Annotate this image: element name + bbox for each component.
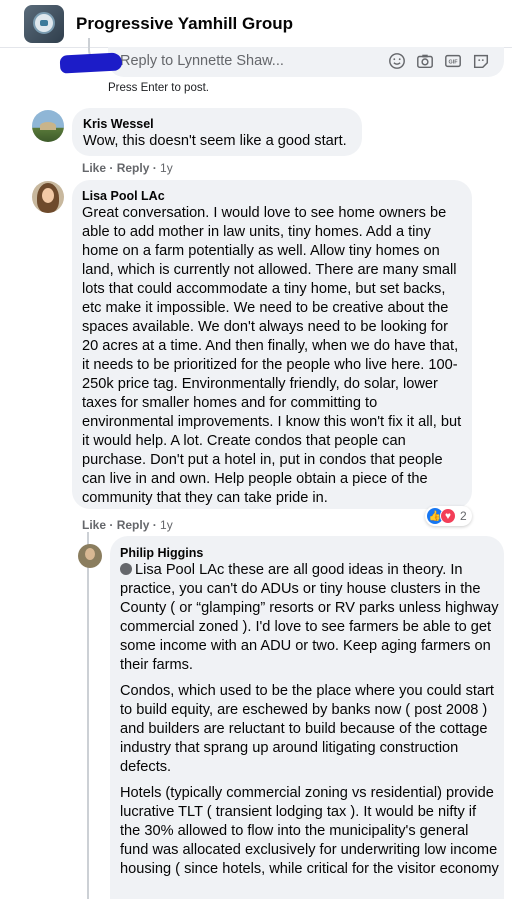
comment-author[interactable]: Lisa Pool LAc xyxy=(82,189,165,203)
reaction-summary[interactable]: 👍 ♥ 2 xyxy=(425,506,472,526)
reply-text: these are all good ideas in theory. In p… xyxy=(120,562,499,673)
comment-author[interactable]: Kris Wessel xyxy=(83,117,154,131)
like-button[interactable]: Like xyxy=(82,518,106,532)
comment-text: Wow, this doesn't seem like a good start… xyxy=(83,133,347,149)
reply-button[interactable]: Reply xyxy=(117,518,150,532)
group-header: Progressive Yamhill Group xyxy=(0,0,512,48)
mention-icon xyxy=(120,563,132,575)
comment-actions: Like · Reply · 1y xyxy=(82,518,173,532)
avatar[interactable] xyxy=(32,110,64,142)
comment-actions: Like · Reply · 1y xyxy=(82,161,173,175)
mention-link[interactable]: Lisa Pool LAc xyxy=(135,562,224,578)
comment-bubble: Lisa Pool LAc Great conversation. I woul… xyxy=(72,180,472,509)
reply-author[interactable]: Philip Higgins xyxy=(120,546,203,560)
camera-icon[interactable] xyxy=(416,52,434,70)
reply-paragraph: Lisa Pool LAc these are all good ideas i… xyxy=(120,561,500,675)
comment-text: Great conversation. I would love to see … xyxy=(82,205,462,506)
press-enter-hint: Press Enter to post. xyxy=(108,82,209,94)
avatar[interactable] xyxy=(78,544,102,568)
group-name[interactable]: Progressive Yamhill Group xyxy=(76,14,293,34)
reply-input[interactable]: Reply to Lynnette Shaw... xyxy=(120,53,284,69)
reply-paragraph: Condos, which used to be the place where… xyxy=(120,683,494,775)
thread-line xyxy=(87,532,89,899)
like-button[interactable]: Like xyxy=(82,161,106,175)
timestamp[interactable]: 1y xyxy=(160,161,173,175)
reply-paragraph: Hotels (typically commercial zoning vs r… xyxy=(120,785,499,877)
redaction-scribble xyxy=(59,52,123,74)
reply-button[interactable]: Reply xyxy=(117,161,150,175)
sticker-icon[interactable] xyxy=(472,52,490,70)
comment-bubble: Kris Wessel Wow, this doesn't seem like … xyxy=(72,108,362,156)
smiley-icon[interactable] xyxy=(388,52,406,70)
gif-icon[interactable]: GIF xyxy=(444,52,462,70)
composer-icons: GIF xyxy=(388,52,490,70)
love-reaction-icon: ♥ xyxy=(440,508,456,524)
reaction-count: 2 xyxy=(460,509,467,523)
svg-text:GIF: GIF xyxy=(449,60,459,66)
timestamp[interactable]: 1y xyxy=(160,518,173,532)
group-avatar[interactable] xyxy=(24,5,64,43)
avatar[interactable] xyxy=(32,181,64,213)
reply-composer[interactable]: Reply to Lynnette Shaw... GIF xyxy=(108,47,504,77)
